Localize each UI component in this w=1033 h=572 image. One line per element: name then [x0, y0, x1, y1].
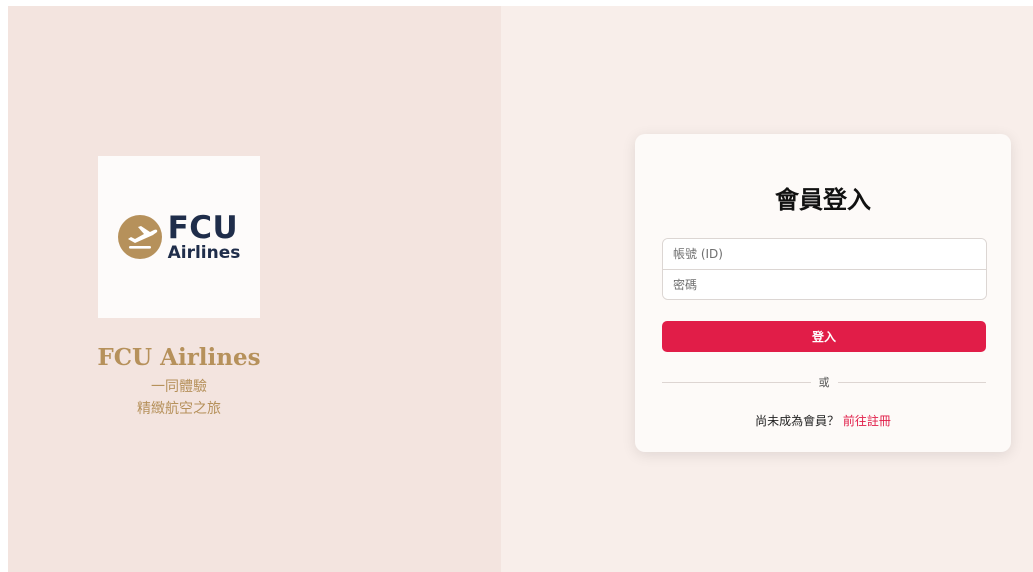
id-input[interactable]	[663, 239, 986, 269]
logo: FCU Airlines	[117, 209, 241, 263]
login-title: 會員登入	[775, 186, 871, 214]
divider-text: 或	[818, 376, 830, 389]
login-button[interactable]: 登入	[662, 321, 986, 352]
or-divider: 或	[662, 374, 986, 390]
brand-name: FCU Airlines	[97, 344, 261, 371]
tagline-line-2: 精緻航空之旅	[137, 401, 221, 417]
password-input[interactable]	[663, 269, 986, 299]
login-card: 會員登入 登入 或 尚未成為會員？ 前往註冊	[635, 134, 1011, 452]
brand-panel: FCU Airlines FCU Airlines 一同體驗 精緻航空之旅	[8, 6, 501, 572]
register-prompt: 尚未成為會員？	[755, 414, 840, 428]
divider-line-left	[662, 381, 811, 383]
brand-block: FCU Airlines 一同體驗 精緻航空之旅	[8, 344, 350, 418]
logo-sub-text: Airlines	[167, 242, 241, 263]
credential-fields	[662, 238, 987, 300]
divider-line-right	[837, 381, 986, 383]
tagline-line-1: 一同體驗	[151, 379, 207, 395]
register-row: 尚未成為會員？ 前往註冊	[635, 412, 1011, 429]
page-frame: FCU Airlines FCU Airlines 一同體驗 精緻航空之旅 會員…	[8, 6, 1033, 572]
login-panel: 會員登入 登入 或 尚未成為會員？ 前往註冊	[501, 6, 1033, 572]
airplane-takeoff-icon	[117, 215, 162, 259]
logo-main-text: FCU	[167, 209, 239, 246]
logo-card: FCU Airlines	[98, 156, 260, 318]
register-link[interactable]: 前往註冊	[843, 414, 891, 428]
